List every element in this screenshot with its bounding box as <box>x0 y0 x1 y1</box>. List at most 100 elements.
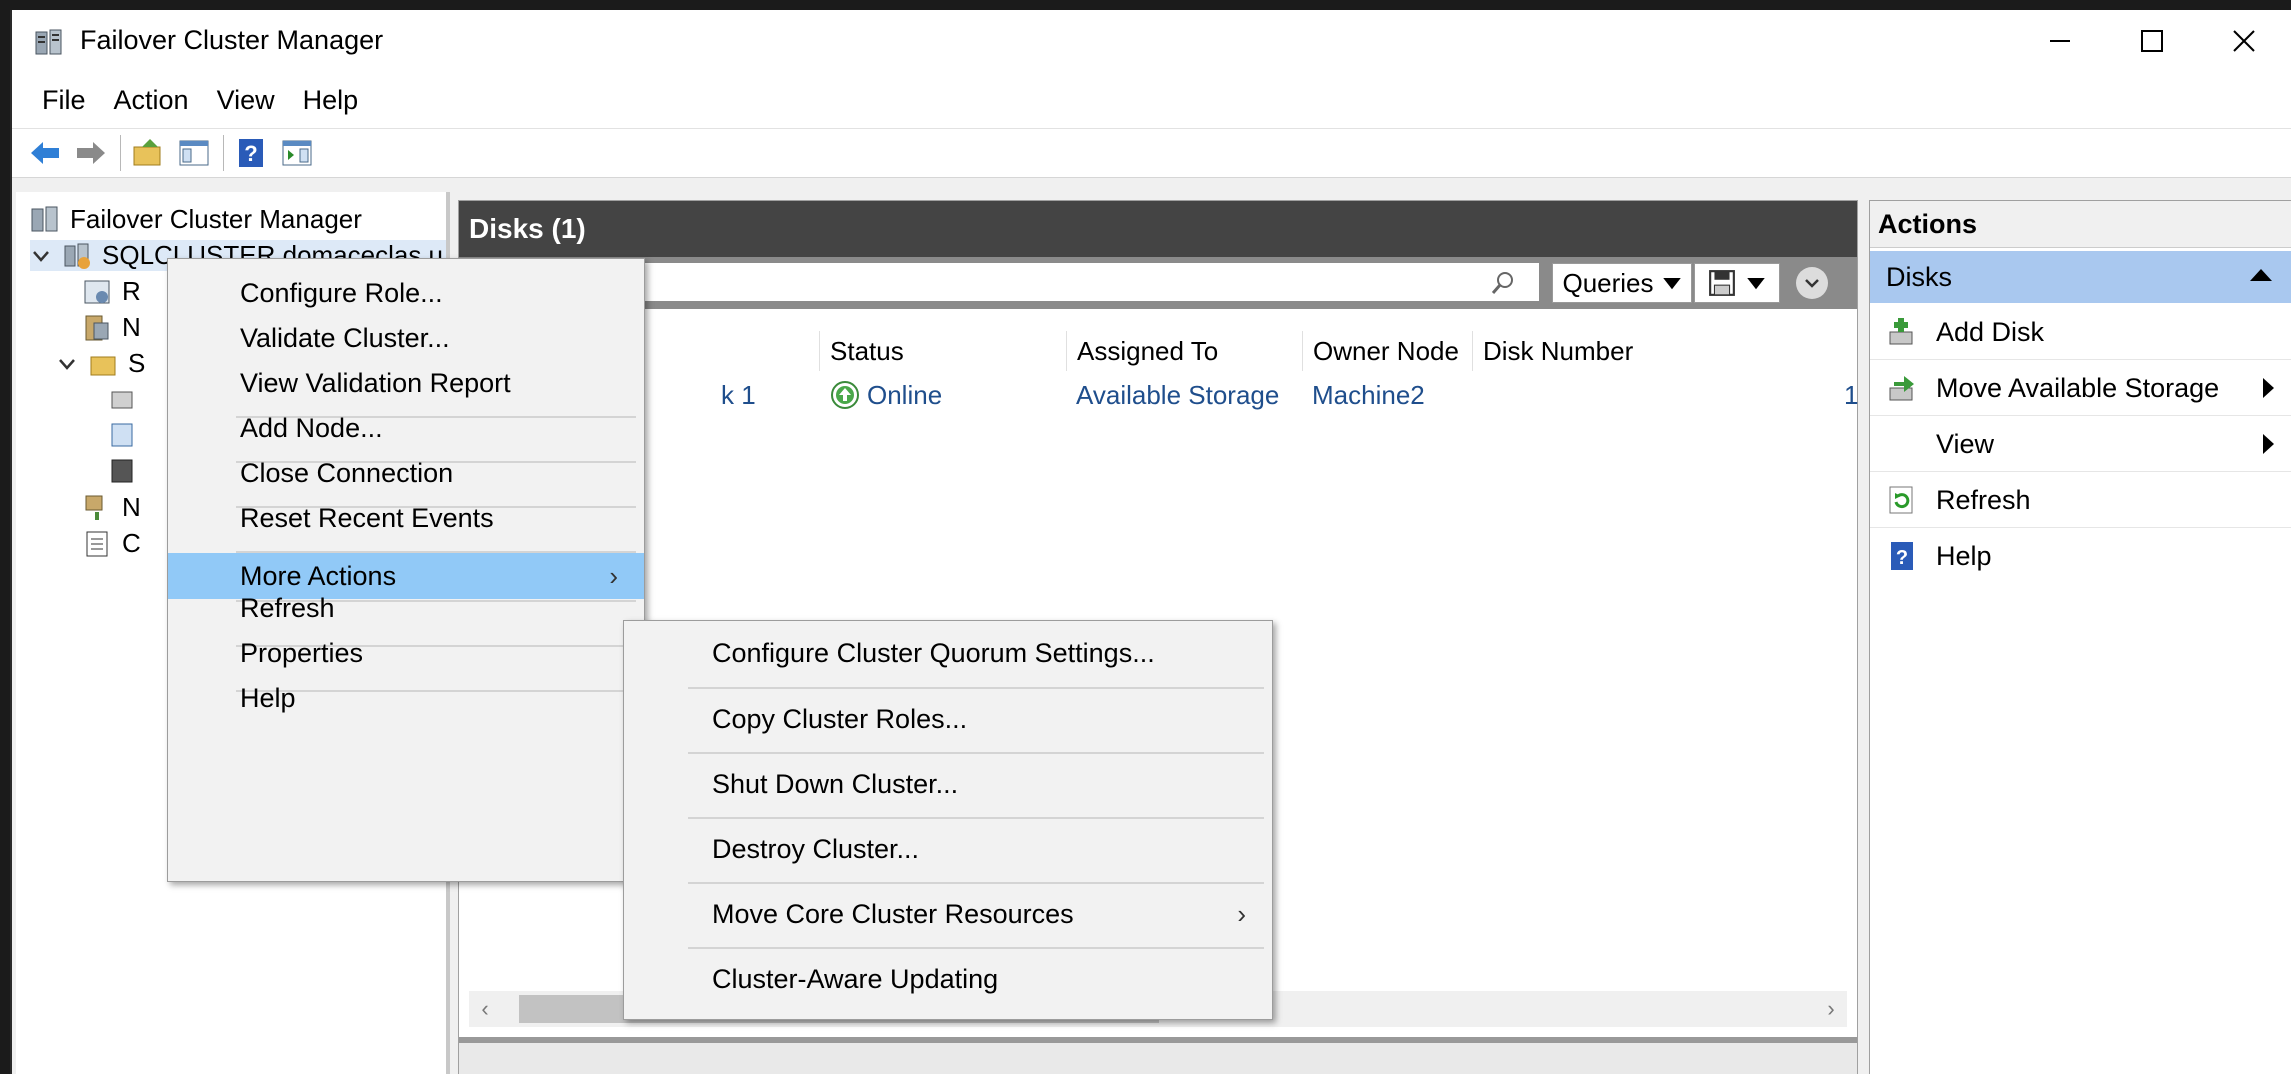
menu-item-label: Help <box>240 682 296 713</box>
column-header-disk-number[interactable]: Disk Number <box>1472 331 1663 371</box>
expand-filter-button[interactable] <box>1796 267 1828 299</box>
show-hide-tree-button[interactable] <box>175 134 213 172</box>
tree-storage-label: S <box>128 348 146 378</box>
queries-dropdown[interactable]: Queries <box>1552 263 1692 303</box>
actions-header: Actions <box>1870 201 2291 248</box>
dropdown-arrow-icon <box>1747 278 1765 290</box>
menu-item-label: Refresh <box>240 592 335 623</box>
menu-file[interactable]: File <box>28 85 100 116</box>
tree-networks[interactable]: N <box>82 492 141 523</box>
submenu-item-cluster-aware-updating[interactable]: Cluster-Aware Updating <box>624 947 1272 1011</box>
tree-storage-child-2[interactable] <box>108 420 148 450</box>
maximize-button[interactable] <box>2106 10 2198 72</box>
close-button[interactable] <box>2198 10 2290 72</box>
submenu-item-copy-cluster-roles[interactable]: Copy Cluster Roles... <box>624 687 1272 751</box>
disk-icon <box>111 391 133 409</box>
column-header-status[interactable]: Status <box>819 331 990 371</box>
action-label: Add Disk <box>1936 316 2045 347</box>
menu-item-label: Shut Down Cluster... <box>712 768 959 799</box>
add-disk-icon <box>1889 318 1913 345</box>
scroll-left-arrow-icon[interactable]: ‹ <box>471 995 499 1023</box>
actions-pane: Actions Disks Add Disk Move Available St… <box>1869 200 2291 1074</box>
tree-storage-child-3[interactable] <box>108 456 148 486</box>
forward-arrow-icon <box>77 142 105 164</box>
action-move-available-storage[interactable]: Move Available Storage <box>1870 361 2291 416</box>
submenu-item-move-core-resources[interactable]: Move Core Cluster Resources › <box>624 882 1272 946</box>
save-icon <box>1709 270 1735 296</box>
status-text: Online <box>867 379 943 410</box>
tree-roles[interactable]: R <box>82 276 141 307</box>
submenu-arrow-icon <box>2263 434 2274 454</box>
filter-bar: Queries <box>459 257 1857 309</box>
enclosure-icon <box>111 459 133 483</box>
svg-text:?: ? <box>1896 547 1908 569</box>
back-button[interactable] <box>26 134 64 172</box>
window-title: Failover Cluster Manager <box>80 25 384 55</box>
tree-nodes[interactable]: N <box>82 312 141 343</box>
column-header-assigned-to[interactable]: Assigned To <box>1066 331 1297 371</box>
menu-help[interactable]: Help <box>289 85 373 116</box>
menu-item-label: Reset Recent Events <box>240 502 494 533</box>
cluster-context-menu: Configure Role... Validate Cluster... Vi… <box>167 258 645 882</box>
action-add-disk[interactable]: Add Disk <box>1870 305 2291 360</box>
help-icon: ? <box>239 139 263 167</box>
action-refresh[interactable]: Refresh <box>1870 473 2291 528</box>
move-storage-icon <box>1889 376 1914 401</box>
action-label: Help <box>1936 540 1992 571</box>
tree-events-label: C <box>122 528 141 558</box>
row-name-cell[interactable]: k 1 <box>721 375 756 415</box>
action-help[interactable]: ? Help <box>1870 529 2291 583</box>
menu-item-reset-recent-events[interactable]: Reset Recent Events <box>168 486 644 550</box>
menu-action[interactable]: Action <box>100 85 203 116</box>
save-query-dropdown[interactable] <box>1694 263 1780 303</box>
chevron-down-icon <box>1805 279 1819 288</box>
minimize-button[interactable] <box>2014 10 2106 72</box>
tree-cluster-events[interactable]: C <box>82 528 141 559</box>
menu-item-help[interactable]: Help <box>168 666 644 730</box>
title-bar: Failover Cluster Manager <box>12 10 2291 72</box>
actions-section-disks[interactable]: Disks <box>1870 251 2291 303</box>
column-header-owner-node[interactable]: Owner Node <box>1302 331 1473 371</box>
submenu-arrow-icon: › <box>1237 898 1246 929</box>
search-icon[interactable] <box>1489 269 1517 297</box>
row-assigned-cell[interactable]: Available Storage <box>1076 375 1279 415</box>
action-label: View <box>1936 428 1995 459</box>
close-icon <box>2233 30 2255 52</box>
help-toolbar-button[interactable]: ? <box>232 134 270 172</box>
menu-item-label: Close Connection <box>240 457 454 488</box>
scroll-right-arrow-icon[interactable]: › <box>1817 995 1845 1023</box>
chevron-down-icon[interactable] <box>30 245 52 267</box>
tree-storage-child-1[interactable] <box>108 384 148 414</box>
refresh-icon <box>1889 486 1913 514</box>
submenu-item-destroy-cluster[interactable]: Destroy Cluster... <box>624 817 1272 881</box>
help-icon: ? <box>1891 542 1913 570</box>
submenu-item-shut-down-cluster[interactable]: Shut Down Cluster... <box>624 752 1272 816</box>
console-tree-icon <box>179 140 209 166</box>
row-disk-number-cell[interactable]: 1 <box>1844 375 1858 415</box>
menu-item-label: Cluster-Aware Updating <box>712 963 999 994</box>
tree-root[interactable]: Failover Cluster Manager <box>30 204 362 235</box>
menu-item-label: Configure Role... <box>240 277 443 308</box>
action-label: Move Available Storage <box>1936 372 2220 403</box>
menu-bar: File Action View Help <box>12 72 2291 128</box>
row-status-cell[interactable]: Online <box>829 375 942 415</box>
menu-item-label: Add Node... <box>240 412 383 443</box>
online-status-icon <box>831 381 859 409</box>
toolbar: ? <box>12 128 2291 178</box>
menu-item-label: Properties <box>240 637 364 668</box>
menu-item-label: Destroy Cluster... <box>712 833 920 864</box>
tree-storage[interactable]: S <box>56 348 145 379</box>
chevron-down-icon[interactable] <box>56 353 78 375</box>
show-action-pane-button[interactable] <box>278 134 316 172</box>
submenu-item-configure-quorum[interactable]: Configure Cluster Quorum Settings... <box>624 621 1272 685</box>
queries-label: Queries <box>1562 267 1654 298</box>
menu-view[interactable]: View <box>203 85 289 116</box>
action-view[interactable]: View <box>1870 417 2291 472</box>
up-folder-button[interactable] <box>129 134 167 172</box>
roles-icon <box>84 280 110 303</box>
tree-networks-label: N <box>122 492 141 522</box>
row-owner-cell[interactable]: Machine2 <box>1312 375 1425 415</box>
forward-button[interactable] <box>72 134 110 172</box>
collapse-up-icon <box>2250 269 2272 281</box>
actions-section-label: Disks <box>1886 261 1952 292</box>
